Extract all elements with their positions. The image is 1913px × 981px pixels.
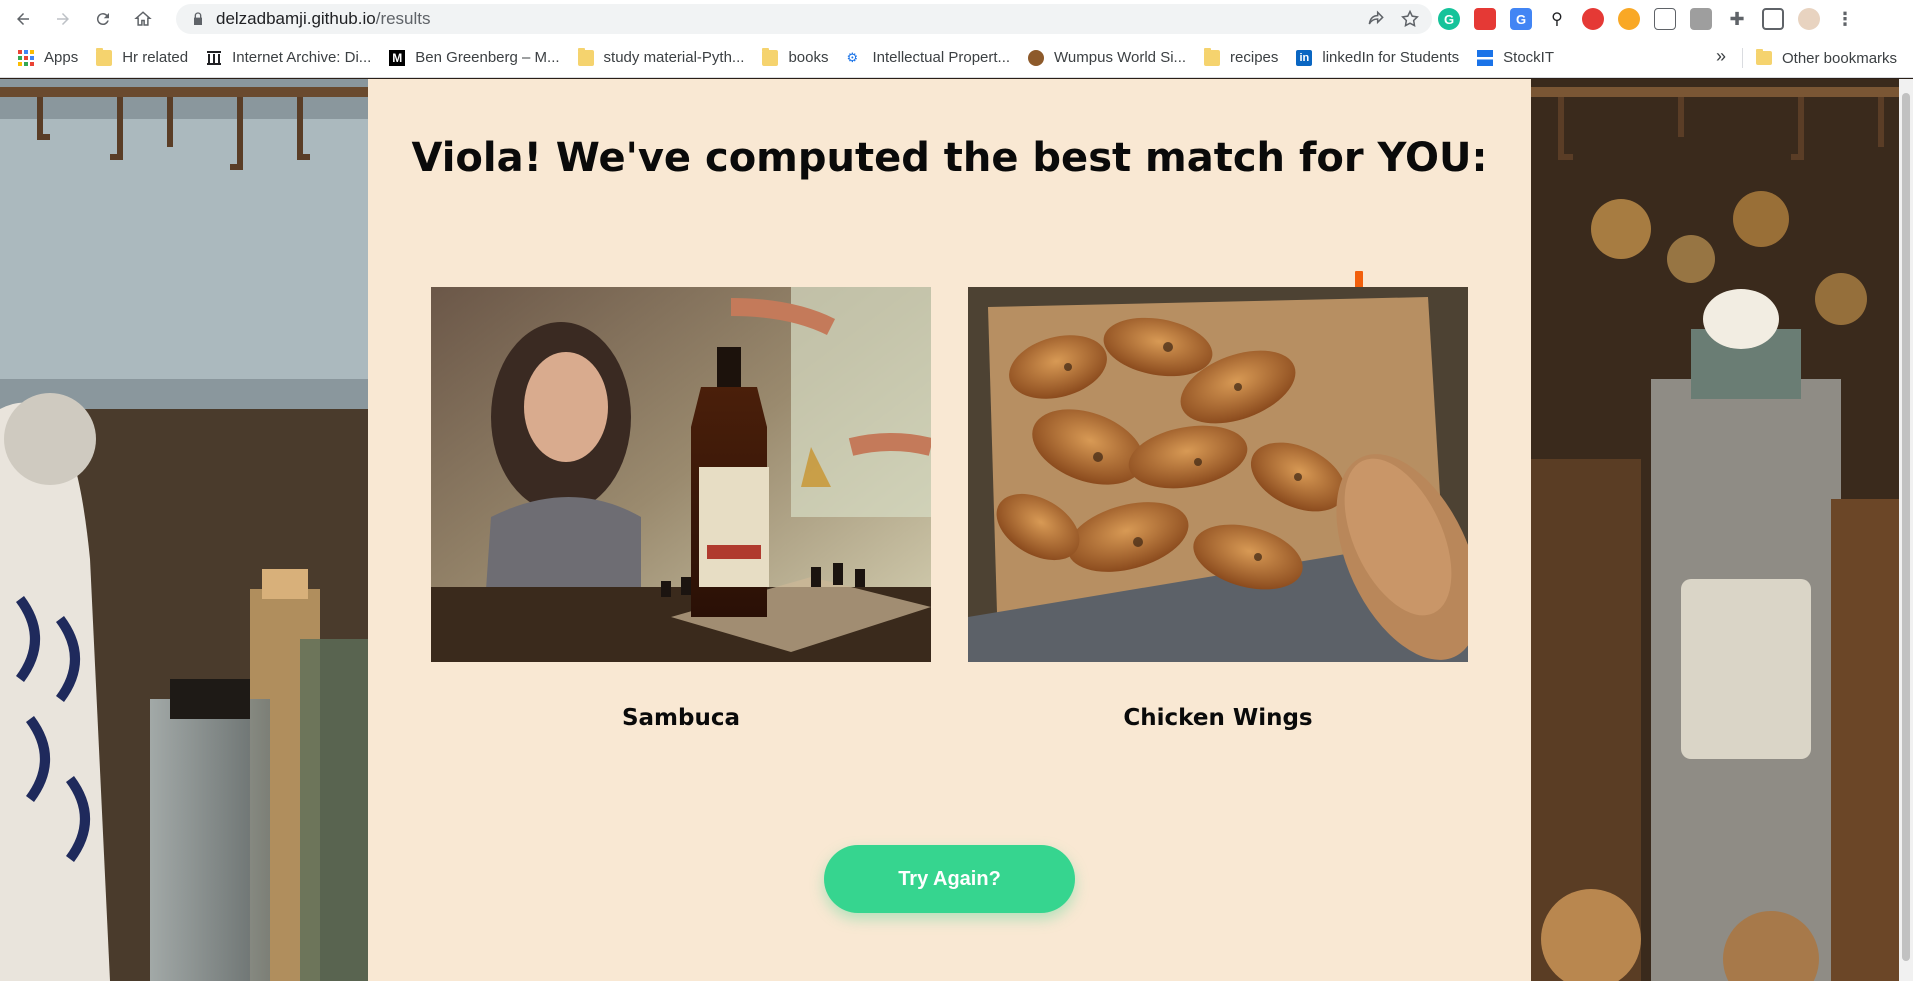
share-icon[interactable] bbox=[1366, 9, 1386, 29]
forward-button[interactable] bbox=[46, 2, 80, 36]
bookmarks-bar: Apps Hr related Internet Archive: Di... … bbox=[0, 38, 1913, 78]
grammarly-icon[interactable]: G bbox=[1438, 8, 1460, 30]
results-panel: Viola! We've computed the best match for… bbox=[368, 79, 1531, 981]
bookmark-hr-related[interactable]: Hr related bbox=[96, 47, 189, 66]
bookmark-label: Apps bbox=[44, 49, 79, 66]
linkedin-icon: in bbox=[1296, 49, 1313, 66]
bookmark-label: Intellectual Propert... bbox=[872, 49, 1011, 66]
folder-icon bbox=[577, 47, 594, 66]
forward-arrow-icon bbox=[57, 13, 69, 25]
bookmark-recipes[interactable]: recipes bbox=[1204, 47, 1279, 66]
url-host: delzadbamji.github.io bbox=[216, 9, 376, 28]
bookmark-intellectual-property[interactable]: ⚙ Intellectual Propert... bbox=[846, 49, 1010, 66]
medium-icon: M bbox=[389, 49, 406, 66]
puzzle-extensions-icon[interactable]: ✚ bbox=[1726, 8, 1748, 30]
ip-icon: ⚙ bbox=[846, 49, 859, 65]
other-bookmarks[interactable]: Other bookmarks bbox=[1756, 38, 1897, 78]
adblock-icon[interactable] bbox=[1582, 8, 1604, 30]
browser-toolbar: delzadbamji.github.io /results G G ⚲ ✚ ⋮ bbox=[0, 0, 1913, 38]
menu-kebab-icon[interactable]: ⋮ bbox=[1834, 8, 1856, 30]
scrollbar-thumb[interactable] bbox=[1902, 93, 1910, 961]
bookmark-star-icon[interactable] bbox=[1400, 9, 1420, 29]
bookmark-label: StockIT bbox=[1503, 49, 1555, 66]
key-icon[interactable]: ⚲ bbox=[1546, 8, 1568, 30]
archive-icon bbox=[207, 50, 222, 65]
drink-image bbox=[431, 287, 931, 662]
food-image bbox=[968, 287, 1468, 662]
try-again-button[interactable]: Try Again? bbox=[824, 845, 1075, 913]
stockit-icon bbox=[1477, 49, 1494, 66]
profile-avatar[interactable] bbox=[1798, 8, 1820, 30]
page-title: Viola! We've computed the best match for… bbox=[411, 135, 1488, 181]
background-bar-left bbox=[0, 79, 368, 981]
bookmark-label: recipes bbox=[1230, 49, 1279, 66]
url-path: /results bbox=[375, 9, 431, 28]
bookmark-label: linkedIn for Students bbox=[1322, 49, 1460, 66]
home-icon bbox=[134, 11, 152, 26]
folder-icon bbox=[96, 47, 113, 66]
folder-icon bbox=[762, 47, 779, 66]
reload-button[interactable] bbox=[86, 2, 120, 36]
barcode-icon[interactable] bbox=[1654, 8, 1676, 30]
bookmarks-overflow-chevron-icon[interactable]: » bbox=[1716, 46, 1726, 67]
scrollbar[interactable] bbox=[1899, 79, 1913, 981]
bookmark-study-material[interactable]: study material-Pyth... bbox=[577, 47, 745, 66]
bookmark-internet-archive[interactable]: Internet Archive: Di... bbox=[206, 49, 371, 66]
folder-icon bbox=[1756, 49, 1772, 65]
translate-icon[interactable]: G bbox=[1510, 8, 1532, 30]
wumpus-icon bbox=[1028, 49, 1045, 66]
page-viewport: Viola! We've computed the best match for… bbox=[0, 79, 1913, 981]
other-bookmarks-label: Other bookmarks bbox=[1782, 49, 1898, 67]
home-button[interactable] bbox=[126, 2, 160, 36]
bookmark-linkedin-students[interactable]: in linkedIn for Students bbox=[1296, 49, 1459, 66]
bookmark-label: Wumpus World Si... bbox=[1054, 49, 1187, 66]
bookmark-label: study material-Pyth... bbox=[603, 49, 745, 66]
bookmark-label: Ben Greenberg – M... bbox=[415, 49, 560, 66]
bookmark-stockit[interactable]: StockIT bbox=[1477, 49, 1554, 66]
back-button[interactable] bbox=[6, 2, 40, 36]
reload-icon bbox=[96, 13, 109, 26]
bookmark-wumpus-world[interactable]: Wumpus World Si... bbox=[1028, 49, 1186, 66]
back-arrow-icon bbox=[17, 13, 29, 25]
bookmark-label: books bbox=[788, 49, 829, 66]
folder-icon bbox=[1204, 47, 1221, 66]
bookmark-books[interactable]: books bbox=[762, 47, 829, 66]
paper-icon[interactable] bbox=[1690, 8, 1712, 30]
background-bar-right bbox=[1531, 79, 1913, 981]
bookmark-ben-greenberg[interactable]: M Ben Greenberg – M... bbox=[389, 49, 560, 66]
apps-grid-icon bbox=[18, 49, 34, 66]
bookmarks-divider bbox=[1742, 48, 1743, 68]
drink-name: Sambuca bbox=[621, 705, 741, 731]
bee-icon[interactable] bbox=[1618, 8, 1640, 30]
extensions-bar: G G ⚲ ✚ ⋮ bbox=[1438, 4, 1856, 34]
bookmark-apps[interactable]: Apps bbox=[18, 49, 78, 66]
lock-icon bbox=[194, 12, 202, 25]
red-book-icon[interactable] bbox=[1474, 8, 1496, 30]
bookmark-label: Hr related bbox=[122, 49, 189, 66]
side-panel-icon[interactable] bbox=[1762, 8, 1784, 30]
bookmark-label: Internet Archive: Di... bbox=[232, 49, 372, 66]
address-bar[interactable]: delzadbamji.github.io /results bbox=[176, 4, 1432, 34]
food-name: Chicken Wings bbox=[1123, 705, 1313, 731]
